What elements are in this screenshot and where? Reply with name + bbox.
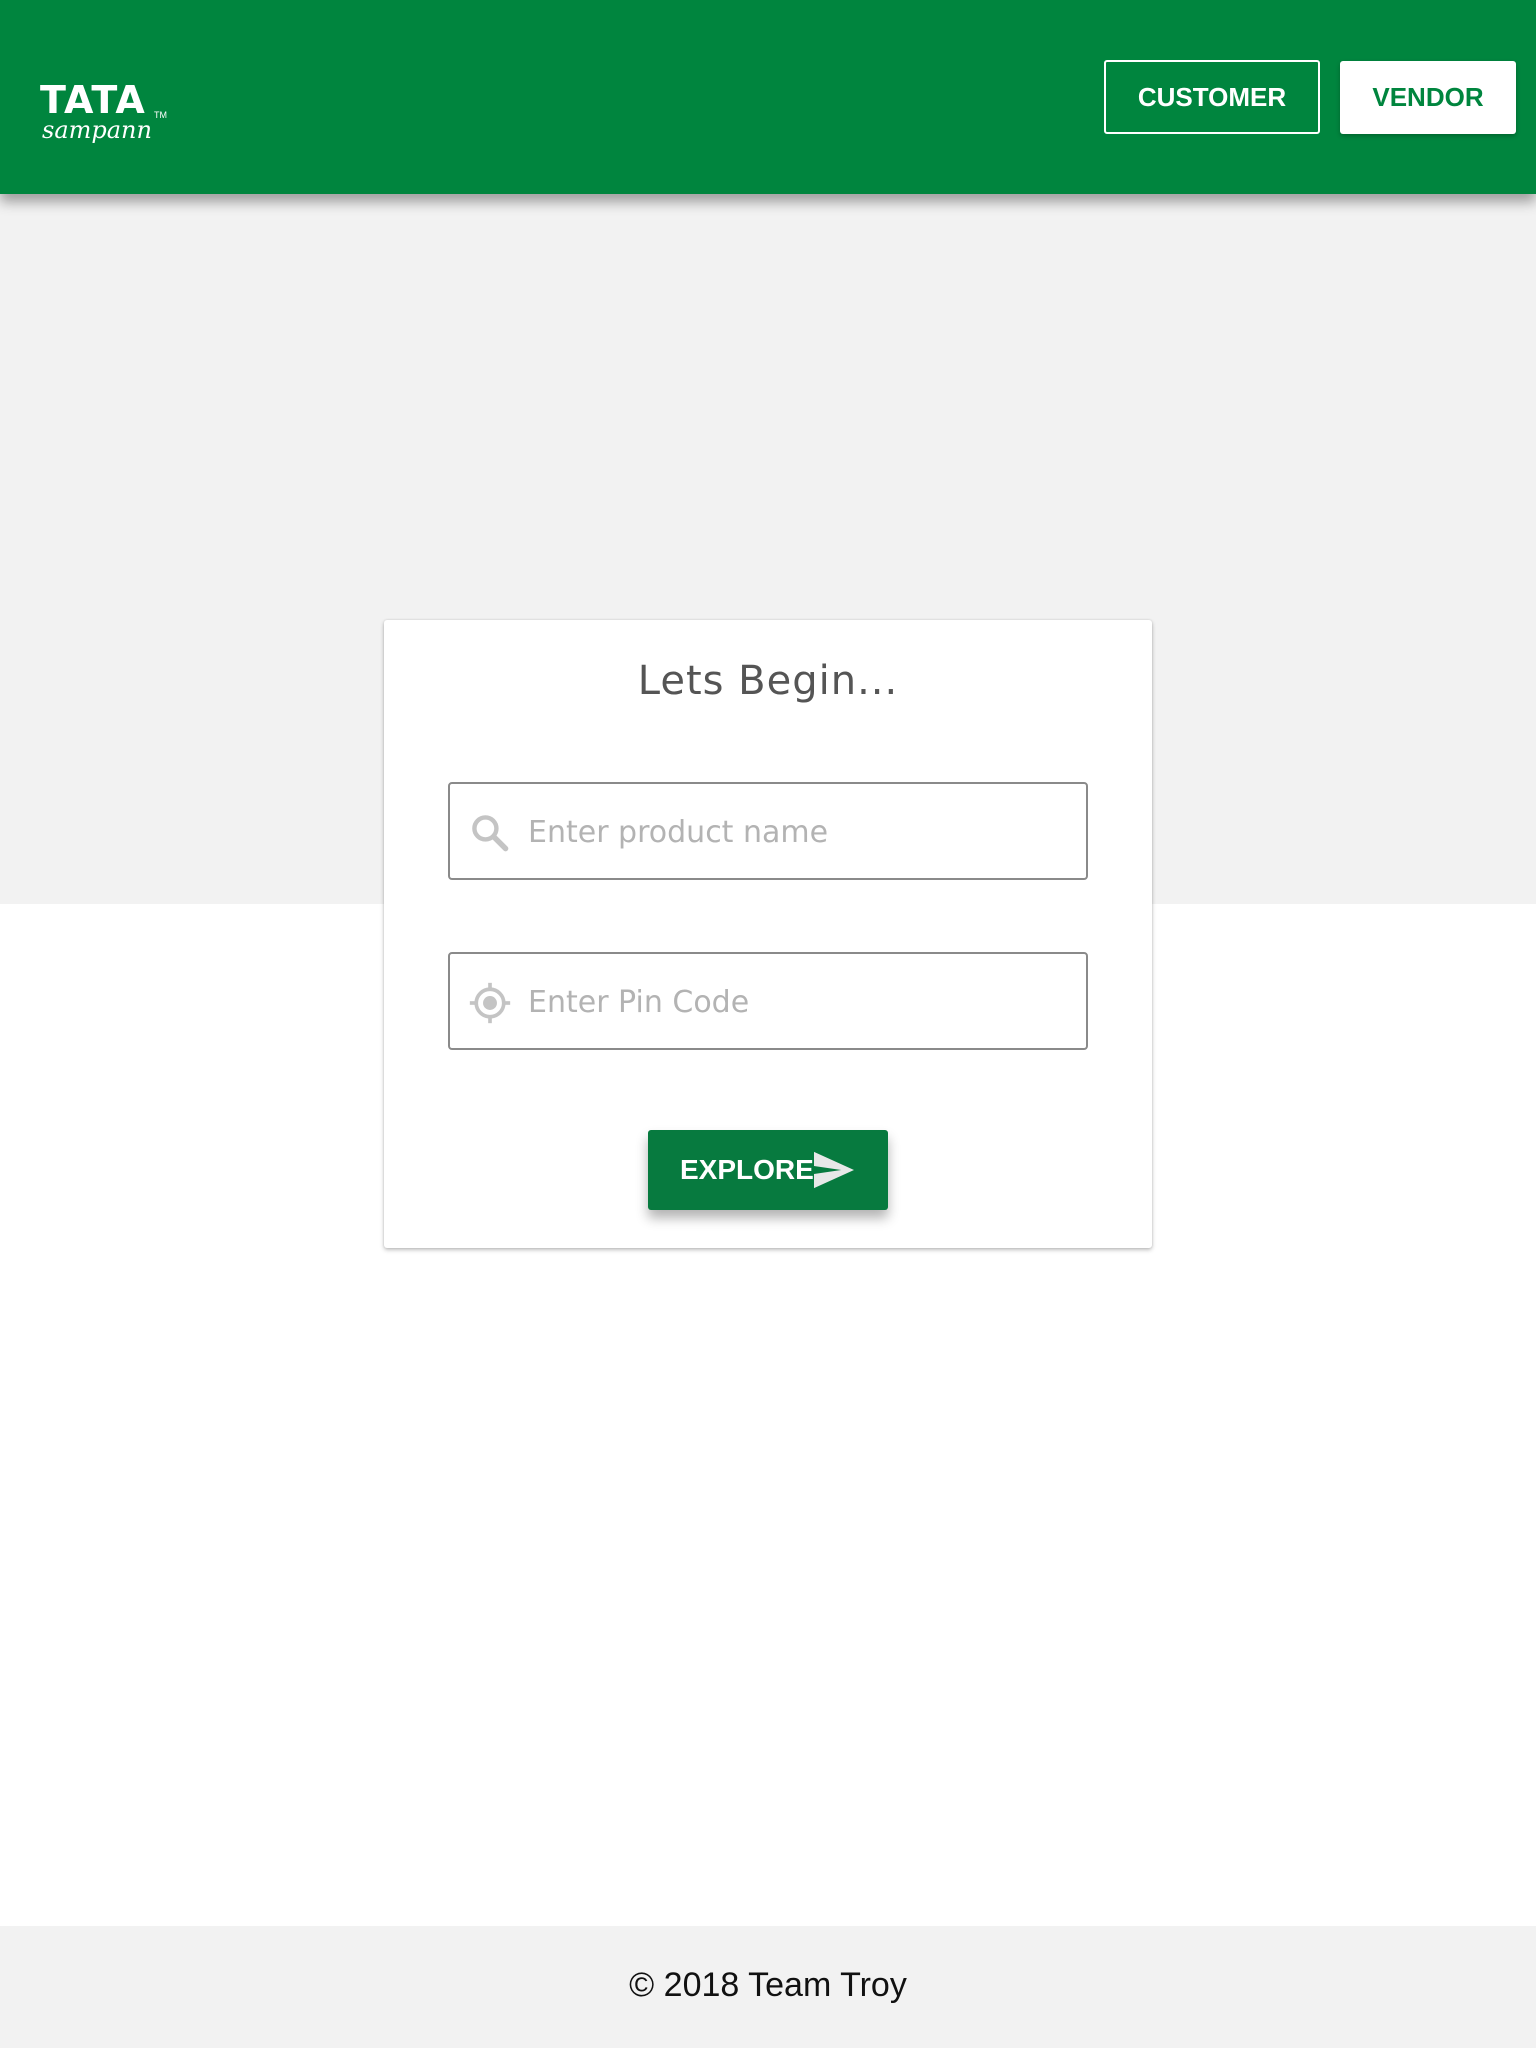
send-icon	[814, 1151, 854, 1189]
top-header: TATA sampann TM CUSTOMER VENDOR	[0, 0, 1536, 194]
product-name-input[interactable]	[528, 804, 1068, 860]
explore-button[interactable]: EXPLORE	[648, 1130, 888, 1210]
tata-sampann-logo[interactable]: TATA sampann TM	[40, 80, 170, 146]
explore-button-label: EXPLORE	[680, 1154, 814, 1185]
logo-wordmark-tata: TATA	[40, 78, 146, 122]
card-title: Lets Begin...	[637, 658, 899, 704]
page-footer: © 2018 Team Troy	[0, 1926, 1536, 2048]
product-search-field[interactable]	[448, 782, 1088, 880]
pin-code-field[interactable]	[448, 952, 1088, 1050]
pin-code-input[interactable]	[528, 974, 1068, 1030]
search-card: Lets Begin... EXPLORE	[384, 620, 1152, 1248]
logo-trademark: TM	[154, 110, 167, 120]
copyright-text: © 2018 Team Troy	[629, 1966, 907, 2004]
search-icon	[472, 815, 509, 852]
customer-button[interactable]: CUSTOMER	[1104, 60, 1320, 134]
vendor-button[interactable]: VENDOR	[1340, 61, 1516, 134]
location-target-icon	[469, 982, 511, 1024]
logo-wordmark-sampann: sampann	[42, 116, 152, 144]
